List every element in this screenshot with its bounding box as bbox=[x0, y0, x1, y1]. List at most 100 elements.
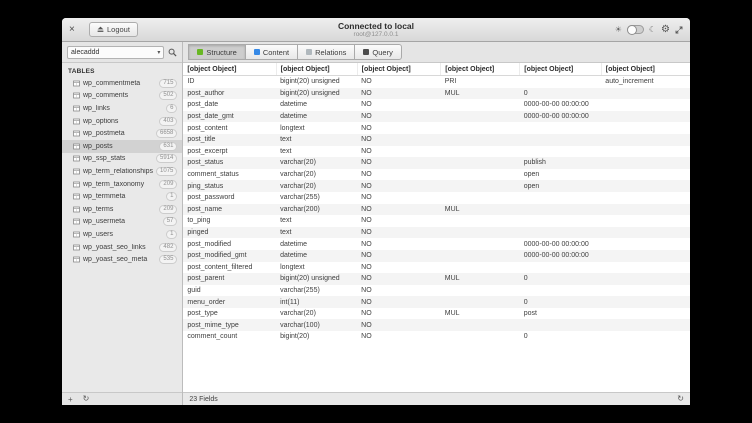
cell-null: NO bbox=[361, 89, 372, 97]
cell-default: 0 bbox=[523, 89, 528, 97]
field-row[interactable]: post_modified_gmt datetime NO 0000-00-00… bbox=[183, 249, 690, 262]
sidebar-toolbar: alecaddd ▾ bbox=[62, 42, 183, 63]
field-row[interactable]: post_parent bigint(20) unsigned NO MUL 0 bbox=[183, 273, 690, 285]
sidebar-table-item[interactable]: wp_links 6 bbox=[62, 102, 182, 115]
cell-null: NO bbox=[361, 275, 372, 283]
field-row[interactable]: post_content longtext NO bbox=[183, 122, 690, 134]
resize-window-icon[interactable] bbox=[675, 26, 683, 34]
sidebar-table-item[interactable]: wp_users 1 bbox=[62, 228, 182, 241]
cell-key: MUL bbox=[444, 89, 460, 97]
sidebar-table-item[interactable]: wp_yoast_seo_links 482 bbox=[62, 241, 182, 254]
settings-gear-icon[interactable]: ⚙ bbox=[661, 24, 670, 35]
view-tab[interactable]: Query bbox=[354, 44, 402, 60]
sidebar-table-item[interactable]: wp_postmeta 6658 bbox=[62, 127, 182, 140]
sidebar-table-item[interactable]: wp_posts 631 bbox=[62, 139, 183, 153]
refresh-fields-icon[interactable]: ↻ bbox=[677, 395, 684, 403]
field-row[interactable]: post_type varchar(20) NO MUL post bbox=[183, 308, 690, 320]
cell-key bbox=[441, 227, 520, 239]
table-icon bbox=[73, 80, 80, 87]
field-row[interactable]: post_date datetime NO 0000-00-00 00:00:0… bbox=[183, 99, 690, 111]
row-count-badge: 1 bbox=[166, 229, 178, 239]
table-icon bbox=[73, 130, 80, 137]
cell-field: post_date bbox=[187, 101, 219, 109]
cell-default: post bbox=[523, 310, 537, 318]
table-icon bbox=[73, 181, 80, 187]
cell-key bbox=[441, 192, 520, 204]
field-row[interactable]: post_content_filtered longtext NO bbox=[183, 262, 690, 274]
tab-label: Relations bbox=[315, 47, 347, 57]
field-row[interactable]: comment_count bigint(20) NO 0 bbox=[183, 331, 690, 343]
cell-extra bbox=[601, 134, 690, 146]
sidebar-table-item[interactable]: wp_yoast_seo_meta 535 bbox=[62, 253, 182, 266]
table-name: wp_commentmeta bbox=[83, 79, 141, 87]
cell-null: NO bbox=[361, 229, 372, 237]
table-icon bbox=[73, 92, 80, 99]
cell-field: post_password bbox=[187, 194, 235, 202]
sidebar-table-item[interactable]: wp_comments 502 bbox=[62, 90, 182, 103]
field-row[interactable]: post_excerpt text NO bbox=[183, 146, 690, 158]
tab-label: Structure bbox=[206, 47, 237, 57]
sidebar-table-item[interactable]: wp_termmeta 1 bbox=[62, 190, 182, 203]
cell-key: MUL bbox=[444, 275, 460, 283]
cell-field: post_parent bbox=[187, 275, 225, 283]
table-name: wp_terms bbox=[83, 205, 114, 213]
field-row[interactable]: to_ping text NO bbox=[183, 215, 690, 227]
view-tab[interactable]: Relations bbox=[297, 44, 356, 60]
table-icon bbox=[73, 244, 80, 250]
field-row[interactable]: ID bigint(20) unsigned NO PRI auto_incre… bbox=[183, 76, 690, 88]
cell-type: varchar(100) bbox=[280, 321, 320, 329]
sidebar-table-item[interactable]: wp_term_relationships 1075 bbox=[62, 165, 182, 178]
cell-field: post_modified_gmt bbox=[187, 252, 247, 260]
cell-key bbox=[441, 250, 520, 262]
table-name: wp_yoast_seo_meta bbox=[83, 256, 148, 264]
cell-extra bbox=[601, 204, 690, 216]
field-row[interactable]: pinged text NO bbox=[183, 226, 690, 239]
field-row[interactable]: post_author bigint(20) unsigned NO MUL 0 bbox=[183, 87, 690, 100]
refresh-tables-icon[interactable]: ↻ bbox=[83, 395, 90, 403]
field-row[interactable]: ping_status varchar(20) NO open bbox=[183, 180, 690, 192]
cell-field: post_author bbox=[187, 89, 225, 97]
cell-key bbox=[441, 111, 520, 123]
cell-key bbox=[441, 285, 520, 297]
cell-default bbox=[520, 227, 602, 239]
field-row[interactable]: post_password varchar(255) NO bbox=[183, 192, 690, 204]
field-row[interactable]: post_name varchar(200) NO MUL bbox=[183, 203, 690, 216]
field-row[interactable]: menu_order int(11) NO 0 bbox=[183, 296, 690, 308]
field-row[interactable]: post_title text NO bbox=[183, 133, 690, 146]
cell-null: NO bbox=[361, 240, 372, 248]
field-row[interactable]: comment_status varchar(20) NO open bbox=[183, 169, 690, 181]
sidebar-table-item[interactable]: wp_usermeta 57 bbox=[62, 216, 182, 229]
table-name: wp_postmeta bbox=[83, 130, 125, 138]
cell-type: datetime bbox=[280, 252, 307, 260]
search-icon[interactable] bbox=[168, 48, 177, 57]
sidebar-table-item[interactable]: wp_ssp_stats 5914 bbox=[62, 153, 182, 166]
table-name: wp_term_taxonomy bbox=[83, 180, 145, 188]
table-icon bbox=[73, 218, 80, 225]
cell-extra bbox=[601, 122, 690, 134]
field-row[interactable]: guid varchar(255) NO bbox=[183, 285, 690, 297]
cell-field: comment_count bbox=[187, 333, 238, 341]
view-tab[interactable]: Content bbox=[244, 44, 299, 60]
cell-key: PRI bbox=[444, 78, 457, 86]
cell-extra bbox=[601, 111, 690, 123]
add-button[interactable]: + bbox=[68, 395, 73, 404]
database-selector[interactable]: alecaddd ▾ bbox=[67, 45, 165, 59]
field-row[interactable]: post_mime_type varchar(100) NO bbox=[183, 319, 690, 332]
cell-extra bbox=[601, 227, 690, 239]
field-row[interactable]: post_date_gmt datetime NO 0000-00-00 00:… bbox=[183, 110, 690, 123]
cell-default: publish bbox=[523, 159, 546, 167]
sidebar-footer: + ↻ bbox=[62, 392, 183, 405]
sidebar-table-item[interactable]: wp_options 403 bbox=[62, 115, 182, 128]
tab-icon bbox=[253, 49, 260, 55]
view-tab[interactable]: Structure bbox=[188, 44, 246, 60]
sidebar-table-item[interactable]: wp_commentmeta 715 bbox=[62, 77, 182, 90]
field-row[interactable]: post_status varchar(20) NO publish bbox=[183, 157, 690, 169]
sidebar-table-item[interactable]: wp_terms 209 bbox=[62, 203, 182, 216]
row-count-badge: 1075 bbox=[156, 166, 178, 176]
column-header: [object Object] bbox=[601, 63, 690, 76]
field-row[interactable]: post_modified datetime NO 0000-00-00 00:… bbox=[183, 238, 690, 250]
dark-mode-toggle[interactable] bbox=[626, 25, 644, 35]
close-window-button[interactable]: × bbox=[69, 24, 80, 35]
logout-button[interactable]: Logout bbox=[89, 22, 138, 37]
sidebar-table-item[interactable]: wp_term_taxonomy 209 bbox=[62, 178, 182, 191]
